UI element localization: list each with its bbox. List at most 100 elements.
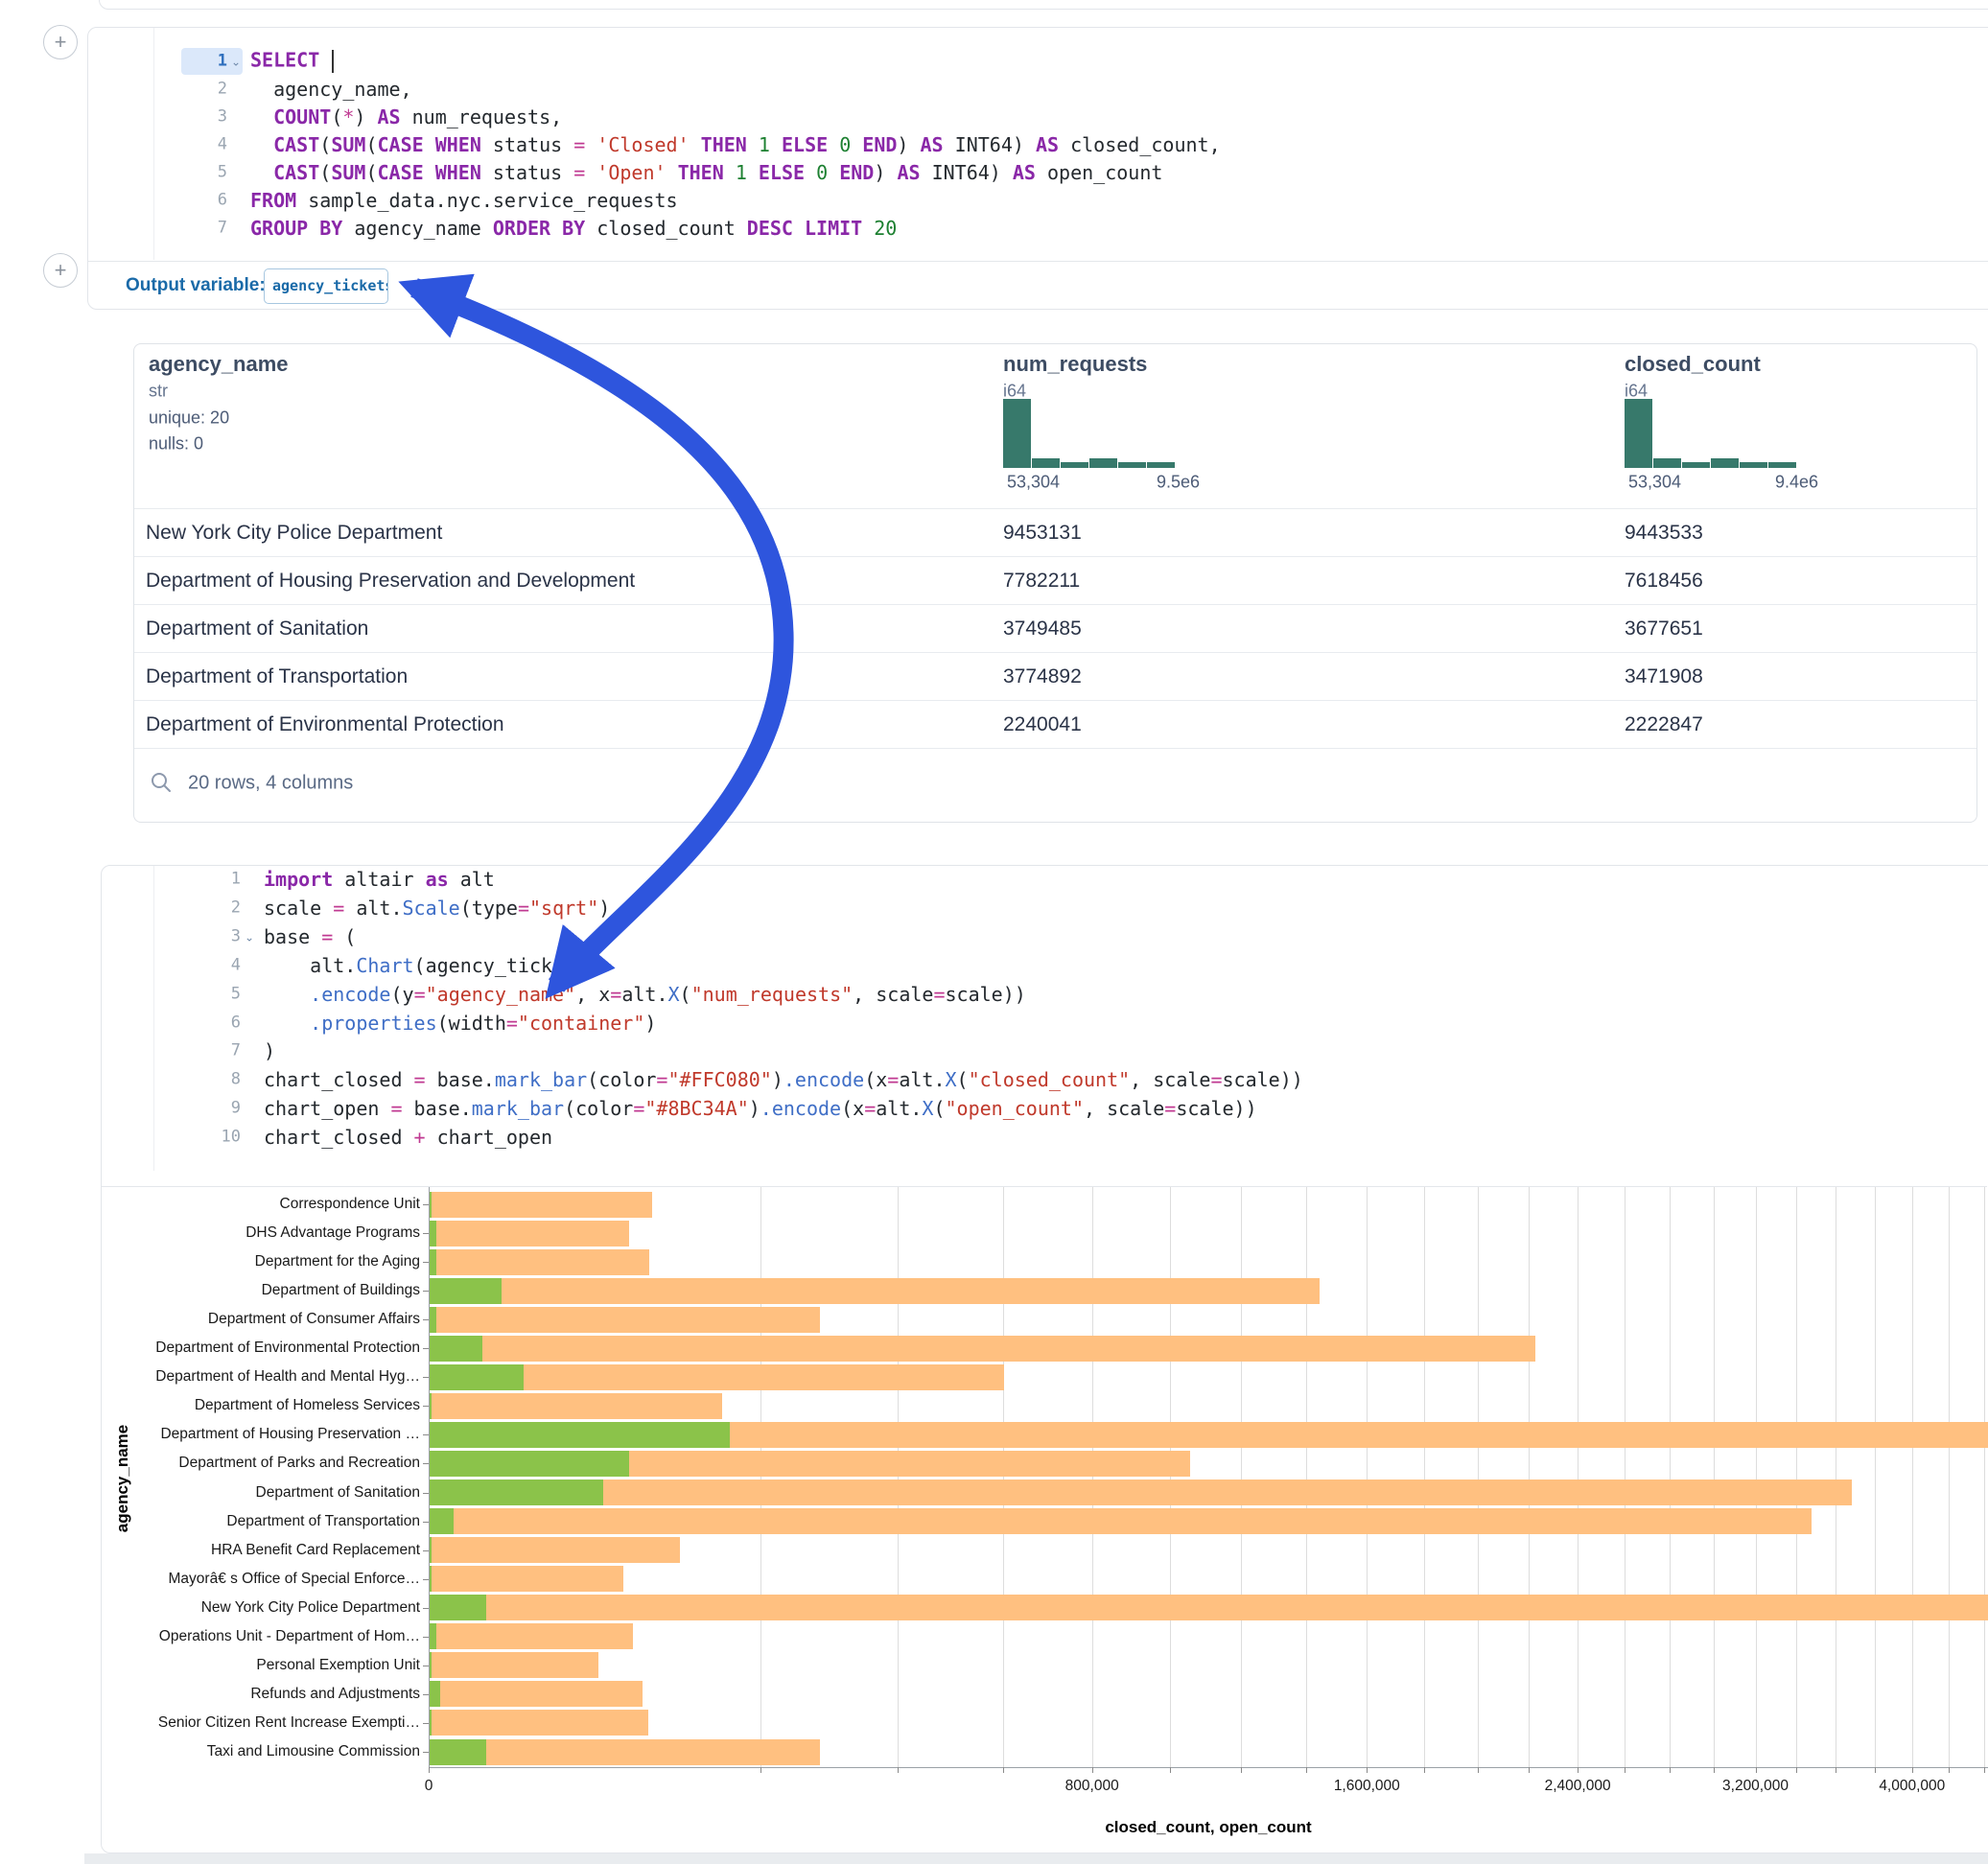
- code-token: status: [481, 133, 573, 156]
- code-token: 1: [736, 161, 747, 184]
- code-token: [585, 161, 596, 184]
- add-cell-button[interactable]: +: [43, 253, 78, 288]
- histogram-min-label: 53,304: [1628, 473, 1681, 493]
- code-token: open_count: [1036, 161, 1162, 184]
- code-token: [747, 133, 759, 156]
- code-token: [424, 161, 435, 184]
- table-cell: 3774892: [1003, 653, 1082, 701]
- column-header-num-requests[interactable]: num_requests: [1003, 352, 1147, 377]
- histogram-bar: [1061, 462, 1088, 468]
- code-token: =: [518, 897, 529, 920]
- table-row: New York City Police Department945313194…: [134, 508, 1976, 556]
- code-token: 'Open': [596, 161, 666, 184]
- line-number: 2: [179, 82, 227, 98]
- code-token: (: [333, 925, 356, 948]
- code-token: [319, 49, 331, 72]
- code-token: "sqrt": [529, 897, 598, 920]
- table-cell: 9453131: [1003, 509, 1082, 557]
- histogram-bar: [1768, 462, 1796, 468]
- code-token: (y: [390, 983, 413, 1006]
- output-variable-label: Output variable:: [126, 275, 266, 296]
- code-line: base = (: [264, 927, 356, 946]
- code-line: GROUP BY agency_name ORDER BY closed_cou…: [250, 219, 897, 238]
- code-token: chart_closed: [264, 1126, 414, 1149]
- code-token: WHEN: [435, 133, 481, 156]
- code-line: COUNT(*) AS num_requests,: [250, 107, 562, 127]
- code-token: [828, 161, 839, 184]
- table-cell: Department of Transportation: [146, 653, 408, 701]
- line-number: 5: [179, 165, 227, 181]
- line-number: 6: [193, 1014, 241, 1031]
- code-token: "agency_name": [426, 983, 576, 1006]
- table-cell: 2240041: [1003, 701, 1082, 749]
- line-number: 5: [193, 986, 241, 1002]
- code-line: .properties(width="container"): [264, 1014, 656, 1033]
- code-token: ): [598, 897, 610, 920]
- code-token: [264, 1012, 310, 1035]
- code-line: scale = alt.Scale(type="sqrt"): [264, 898, 610, 918]
- previous-cell-edge: [99, 0, 1988, 10]
- line-number: 4: [193, 957, 241, 973]
- column-header-agency-name[interactable]: agency_name: [149, 352, 289, 377]
- line-number: 3: [193, 928, 241, 944]
- code-token: THEN: [678, 161, 724, 184]
- code-token: ): [644, 1012, 656, 1035]
- code-token: 0: [839, 133, 851, 156]
- histogram-bar: [1003, 399, 1031, 468]
- code-line: chart_closed + chart_open: [264, 1128, 552, 1147]
- table-cell: 3677651: [1625, 605, 1703, 653]
- table-cell: New York City Police Department: [146, 509, 442, 557]
- table-row: Department of Housing Preservation and D…: [134, 556, 1976, 604]
- code-token: (color: [564, 1097, 633, 1120]
- code-token: base.: [403, 1097, 472, 1120]
- code-token: chart_open: [264, 1097, 390, 1120]
- code-token: (agency_tickets): [414, 954, 599, 977]
- results-summary: 20 rows, 4 columns: [188, 773, 353, 795]
- code-token: , scale: [1084, 1097, 1164, 1120]
- column-header-closed-count[interactable]: closed_count: [1625, 352, 1761, 377]
- code-token: (width: [437, 1012, 506, 1035]
- code-token: ORDER BY: [493, 217, 585, 240]
- code-token: sample_data.nyc.service_requests: [296, 189, 677, 212]
- column-type-agency-name: str: [149, 382, 168, 402]
- code-token: FROM: [250, 189, 296, 212]
- code-token: =: [633, 1097, 644, 1120]
- code-token: ELSE: [759, 161, 805, 184]
- histogram-closed-count[interactable]: [1625, 399, 1796, 468]
- code-line: FROM sample_data.nyc.service_requests: [250, 191, 678, 210]
- code-token: [851, 133, 862, 156]
- table-cell: 7782211: [1003, 557, 1080, 605]
- code-token: [805, 161, 816, 184]
- code-token: (: [957, 1068, 969, 1091]
- python-editor[interactable]: 1import altair as alt2scale = alt.Scale(…: [101, 865, 1988, 1172]
- code-token: AS: [897, 161, 920, 184]
- histogram-num-requests[interactable]: [1003, 399, 1175, 468]
- code-token: closed_count: [585, 217, 747, 240]
- code-token: LIMIT: [805, 217, 862, 240]
- line-number: 2: [193, 899, 241, 916]
- fold-chevron-icon[interactable]: ⌄: [245, 930, 254, 944]
- code-token: INT64): [921, 161, 1013, 184]
- fold-chevron-icon[interactable]: ⌄: [231, 56, 241, 69]
- code-token: .encode: [784, 1068, 864, 1091]
- text-cursor: [332, 50, 334, 73]
- code-line: CAST(SUM(CASE WHEN status = 'Open' THEN …: [250, 163, 1162, 182]
- code-token: AS: [378, 105, 401, 128]
- code-token: mark_bar: [495, 1068, 587, 1091]
- output-variable-pill[interactable]: agency_tickets: [264, 268, 388, 304]
- code-token: CAST: [273, 161, 319, 184]
- sql-editor[interactable]: 1⌄SELECT 2 agency_name,3 COUNT(*) AS num…: [87, 27, 1986, 261]
- code-token: =: [887, 1068, 899, 1091]
- code-token: scale: [264, 897, 333, 920]
- search-icon[interactable]: [150, 771, 173, 794]
- code-token: WHEN: [435, 161, 481, 184]
- code-token: , x: [575, 983, 610, 1006]
- code-token: [585, 133, 596, 156]
- line-number: 7: [179, 221, 227, 237]
- code-token: as: [426, 868, 449, 891]
- code-token: =: [414, 1068, 426, 1091]
- code-token: [862, 217, 874, 240]
- add-cell-button[interactable]: +: [43, 25, 78, 59]
- code-token: (: [933, 1097, 945, 1120]
- code-token: (: [331, 105, 342, 128]
